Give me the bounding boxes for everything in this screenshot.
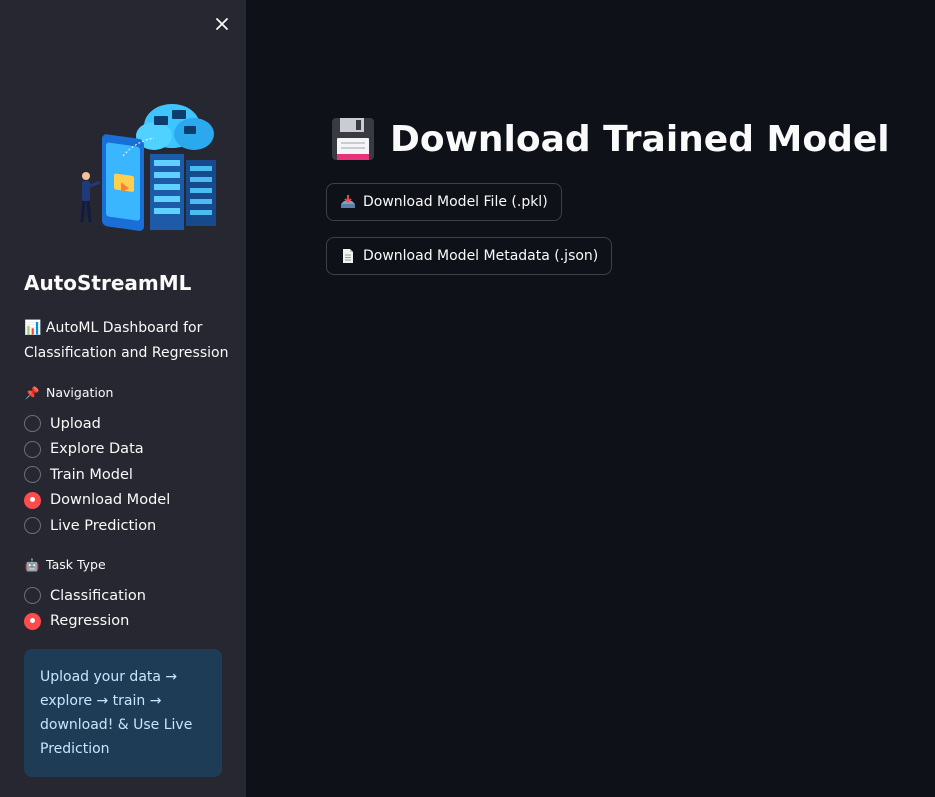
page-title-text: Download Trained Model — [390, 118, 890, 160]
navigation-label: 📌 Navigation — [24, 385, 114, 400]
nav-option-upload[interactable]: Upload — [24, 411, 170, 437]
task-type-label: 🤖 Task Type — [24, 557, 106, 572]
radio-label: Train Model — [50, 466, 133, 483]
robot-icon: 🤖 — [24, 557, 40, 572]
radio-label: Explore Data — [50, 441, 144, 458]
info-box: Upload your data → explore → train → dow… — [24, 649, 222, 777]
radio-button-selected[interactable] — [24, 491, 41, 509]
download-model-metadata-label: Download Model Metadata (.json) — [363, 248, 599, 264]
radio-button[interactable] — [24, 440, 41, 458]
cloud-server-illustration — [80, 104, 216, 231]
navigation-radio-group: Upload Explore Data Train Model Download… — [24, 411, 170, 539]
task-option-classification[interactable]: Classification — [24, 583, 146, 609]
inbox-tray-icon — [341, 195, 355, 208]
radio-label: Live Prediction — [50, 517, 157, 534]
radio-button-selected[interactable] — [24, 612, 41, 630]
app-description: 📊 AutoML Dashboard for Classification an… — [24, 320, 229, 361]
radio-button[interactable] — [24, 517, 41, 535]
app-name: AutoStreamML — [24, 271, 192, 295]
radio-label: Upload — [50, 415, 101, 432]
sidebar: AutoStreamML 📊 AutoML Dashboard for Clas… — [0, 0, 246, 797]
task-option-regression[interactable]: Regression — [24, 609, 146, 635]
floppy-disk-icon — [332, 118, 374, 160]
radio-label: Regression — [50, 613, 130, 630]
page-icon — [343, 249, 353, 263]
download-model-file-label: Download Model File (.pkl) — [363, 194, 548, 210]
radio-button[interactable] — [24, 415, 41, 433]
download-model-file-button[interactable]: Download Model File (.pkl) — [326, 183, 562, 221]
main-content: Download Trained Model Download Model Fi… — [246, 0, 935, 797]
radio-button[interactable] — [24, 466, 41, 484]
nav-option-explore-data[interactable]: Explore Data — [24, 437, 170, 463]
task-type-radio-group: Classification Regression — [24, 583, 146, 634]
app: AutoStreamML 📊 AutoML Dashboard for Clas… — [0, 0, 935, 797]
radio-label: Classification — [50, 587, 146, 604]
pushpin-icon: 📌 — [24, 385, 40, 400]
task-type-label-text: Task Type — [46, 557, 106, 572]
radio-label: Download Model — [50, 492, 171, 509]
navigation-label-text: Navigation — [46, 385, 114, 400]
download-model-metadata-button[interactable]: Download Model Metadata (.json) — [326, 237, 613, 275]
nav-option-live-prediction[interactable]: Live Prediction — [24, 513, 170, 539]
page-title: Download Trained Model — [330, 116, 890, 162]
radio-button[interactable] — [24, 587, 41, 605]
nav-option-download-model[interactable]: Download Model — [24, 488, 170, 514]
close-icon — [216, 18, 228, 30]
close-sidebar-button[interactable] — [211, 13, 233, 35]
nav-option-train-model[interactable]: Train Model — [24, 462, 170, 488]
